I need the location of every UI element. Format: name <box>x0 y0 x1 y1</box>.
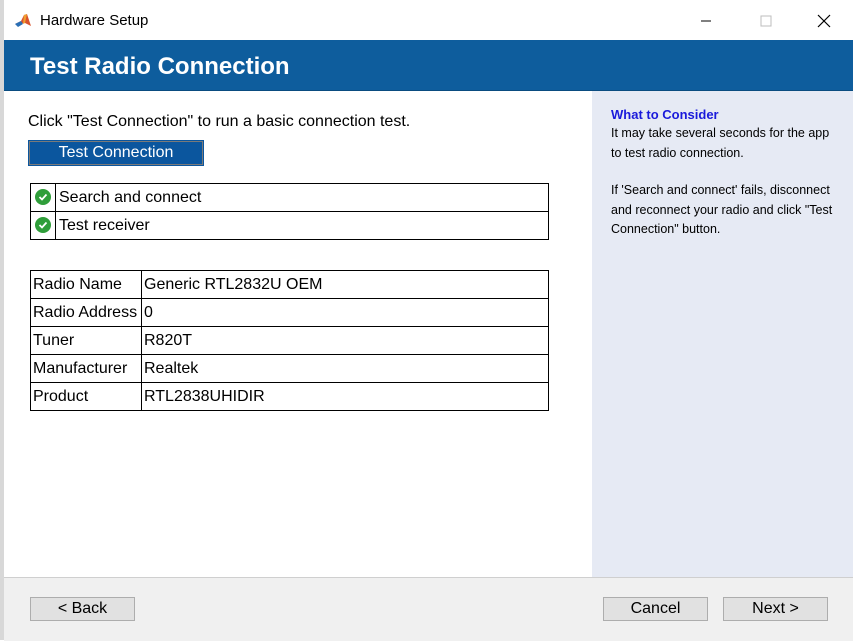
status-row: Search and connect <box>30 183 549 212</box>
close-button[interactable] <box>810 8 838 34</box>
info-value: R820T <box>141 326 549 355</box>
side-panel-paragraph: It may take several seconds for the app … <box>611 126 830 160</box>
instruction-text: Click "Test Connection" to run a basic c… <box>28 113 411 130</box>
footer-bar: < Back Cancel Next > <box>4 577 853 641</box>
info-value: Realtek <box>141 354 549 383</box>
maximize-button[interactable] <box>752 8 780 34</box>
check-circle-icon <box>35 217 51 234</box>
check-circle-icon <box>35 189 51 206</box>
status-table: Search and connect Test receiver <box>30 183 549 240</box>
test-connection-button[interactable]: Test Connection <box>28 140 204 166</box>
close-icon <box>817 14 831 28</box>
info-key: Radio Name <box>30 270 142 299</box>
cancel-button[interactable]: Cancel <box>603 597 708 621</box>
radio-info-table: Radio Name Generic RTL2832U OEM Radio Ad… <box>30 270 549 411</box>
table-row: Radio Address 0 <box>30 298 549 327</box>
info-value: RTL2838UHIDIR <box>141 382 549 411</box>
side-panel-title: What to Consider <box>611 107 719 122</box>
header-banner: Test Radio Connection <box>4 40 853 91</box>
table-row: Radio Name Generic RTL2832U OEM <box>30 270 549 299</box>
matlab-icon <box>14 12 32 30</box>
table-row: Manufacturer Realtek <box>30 354 549 383</box>
side-panel-paragraph: If 'Search and connect' fails, disconnec… <box>611 183 833 236</box>
table-row: Product RTL2838UHIDIR <box>30 382 549 411</box>
info-value: Generic RTL2832U OEM <box>141 270 549 299</box>
status-row: Test receiver <box>30 211 549 240</box>
table-row: Tuner R820T <box>30 326 549 355</box>
next-button[interactable]: Next > <box>723 597 828 621</box>
main-panel: Click "Test Connection" to run a basic c… <box>4 91 592 577</box>
hardware-setup-window: Hardware Setup Test Radio Connection Cli… <box>4 0 853 641</box>
info-key: Manufacturer <box>30 354 142 383</box>
title-bar: Hardware Setup <box>4 0 853 40</box>
minimize-button[interactable] <box>692 8 720 34</box>
info-value: 0 <box>141 298 549 327</box>
page-title: Test Radio Connection <box>30 53 290 80</box>
info-key: Product <box>30 382 142 411</box>
window-title: Hardware Setup <box>40 12 149 29</box>
info-key: Tuner <box>30 326 142 355</box>
info-key: Radio Address <box>30 298 142 327</box>
status-label: Test receiver <box>55 211 549 240</box>
back-button[interactable]: < Back <box>30 597 135 621</box>
what-to-consider-panel: What to Consider It may take several sec… <box>592 91 853 577</box>
status-label: Search and connect <box>55 183 549 212</box>
